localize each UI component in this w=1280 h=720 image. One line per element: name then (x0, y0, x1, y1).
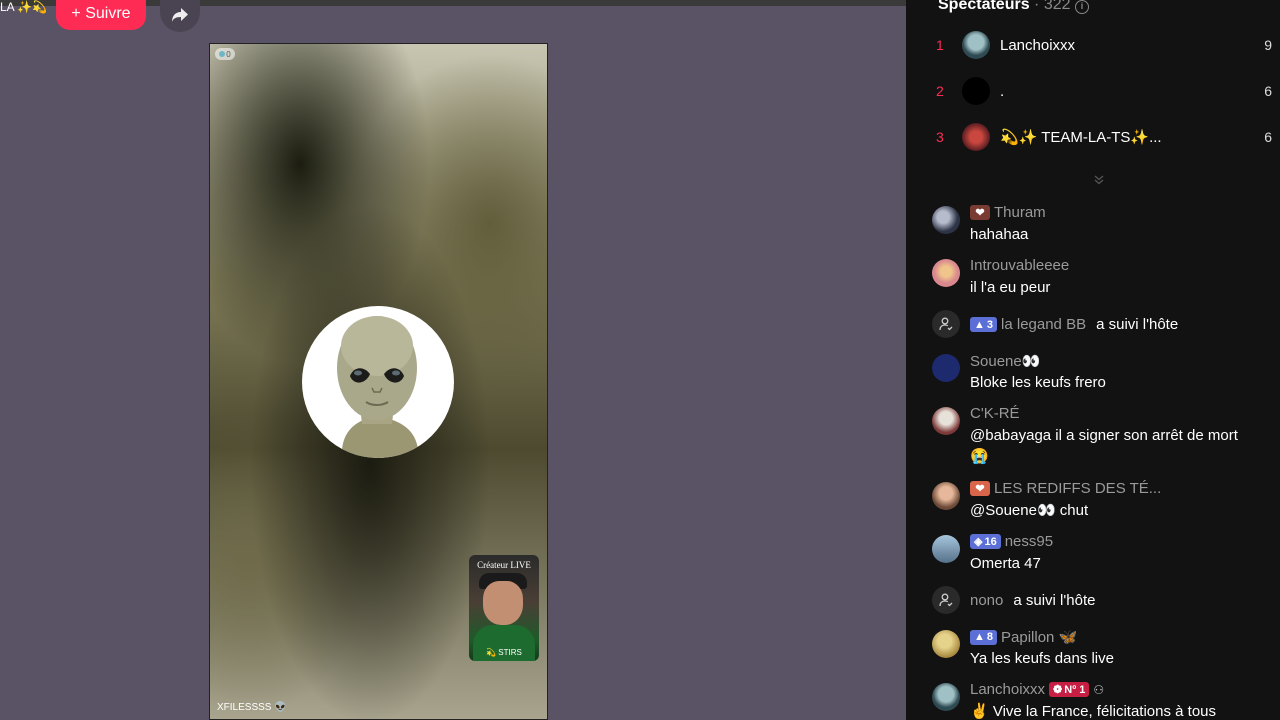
chat-username[interactable]: C'K-RÉ (970, 405, 1020, 422)
live-header: LA ✨💫 + Suivre (0, 0, 200, 34)
viewers-title: Spectateurs (938, 0, 1030, 13)
creator-shirt-text: 💫 STIRS (486, 648, 522, 657)
level-number: 3 (986, 318, 994, 331)
host-name-fragment: LA ✨💫 (0, 0, 48, 14)
chat-username[interactable]: Papillon 🦋 (1001, 628, 1077, 646)
follow-action-text: a suivi l'hôte (1096, 316, 1179, 333)
share-button[interactable] (160, 0, 200, 32)
follow-button[interactable]: + Suivre (56, 0, 146, 30)
chat-user: ◈ 16 ness95 (970, 533, 1053, 550)
level-badge: ▲ 8 (970, 629, 998, 645)
level-number: 8 (986, 631, 994, 643)
level-badge: ▲ 3 (970, 317, 998, 332)
follow-action-text: a suivi l'hôte (1013, 592, 1096, 609)
level-badge: ◈ 16 (970, 534, 1001, 549)
side-panel: Spectateurs · 322 i 1 Lanchoixxx 9 2 . 6… (906, 0, 1280, 720)
chat-username[interactable]: Souene👀 (970, 352, 1040, 370)
avatar (932, 206, 960, 234)
rank-username: 💫✨ TEAM-LA-TS✨... (1000, 129, 1162, 146)
chat-user: Introuvableeee (970, 257, 1069, 274)
alien-avatar-icon (337, 316, 419, 458)
chat-text: @babayaga il a signer son arrêt de mort … (970, 427, 1238, 465)
top-rank-badge: ❁ Nº 1 (1049, 682, 1090, 697)
viewers-header: Spectateurs · 322 i (938, 0, 1089, 14)
creator-face (483, 581, 523, 625)
follow-user-icon (932, 586, 960, 614)
rank-username: . (1000, 82, 1005, 100)
rank-number: 2 (936, 83, 944, 99)
eye-icon (219, 51, 226, 57)
follow-user-icon (932, 310, 960, 338)
gifter-icon: ⚇ (1093, 682, 1105, 697)
top-rank-badge-text: Nº 1 (1064, 683, 1086, 696)
top-viewer-row[interactable]: 2 . 6 (932, 75, 1272, 107)
avatar (932, 354, 960, 382)
chat-text: @Souene👀 chut (970, 502, 1089, 519)
avatar (932, 482, 960, 510)
chat-text: hahahaa (970, 226, 1029, 243)
rank-score: 6 (1264, 83, 1272, 99)
chat-username[interactable]: Introuvableeee (970, 257, 1069, 274)
host-username: XFILESSSS 👽 (217, 702, 287, 713)
creator-live-card[interactable]: 💫 STIRS Créateur LIVE (469, 555, 539, 661)
avatar (962, 123, 990, 151)
creator-live-label: Créateur LIVE (477, 560, 531, 570)
avatar (962, 77, 990, 105)
chat-user: nono a suivi l'hôte (970, 592, 1095, 609)
host-avatar (302, 306, 454, 458)
chat-username[interactable]: Thuram (994, 204, 1046, 221)
share-arrow-icon (172, 8, 188, 22)
chat-username[interactable]: ness95 (1005, 533, 1053, 550)
chat-user: ❤ LES REDIFFS DES TÉ... (970, 480, 1161, 497)
avatar (962, 31, 990, 59)
viewer-badge: 0 (215, 48, 235, 60)
avatar (932, 407, 960, 435)
rank-number: 3 (936, 129, 944, 145)
level-number: 16 (984, 535, 997, 548)
chat-user: Lanchoixxx ❁ Nº 1 ⚇ (970, 681, 1104, 698)
avatar (932, 630, 960, 658)
chevron-down-icon[interactable] (1094, 174, 1104, 188)
top-viewer-row[interactable]: 3 💫✨ TEAM-LA-TS✨... 6 (932, 121, 1272, 153)
chat-username[interactable]: Lanchoixxx (970, 681, 1045, 698)
rank-username: Lanchoixxx (1000, 36, 1076, 54)
chat-text: Bloke les keufs frero (970, 374, 1106, 391)
chat-user: C'K-RÉ (970, 405, 1020, 422)
rank-number: 1 (936, 37, 944, 53)
creator-shirt: 💫 STIRS (473, 625, 535, 661)
live-video[interactable]: 0 💫 STIRS Créateur LIVE XFILESSSS 👽 (209, 43, 548, 720)
top-viewer-row[interactable]: 1 Lanchoixxx 9 (932, 29, 1272, 61)
chat-user: ▲ 8 Papillon 🦋 (970, 628, 1077, 646)
viewer-badge-count: 0 (226, 49, 231, 59)
chat-text: il l'a eu peur (970, 279, 1051, 296)
avatar (932, 683, 960, 711)
chat-username[interactable]: la legand BB (1001, 316, 1086, 333)
heart-badge-icon: ❤ (970, 205, 990, 220)
avatar (932, 535, 960, 563)
info-icon[interactable]: i (1074, 0, 1089, 14)
chat-user: ❤ Thuram (970, 204, 1046, 221)
heart-badge-icon: ❤ (970, 481, 990, 496)
chat-text: Ya les keufs dans live (970, 650, 1114, 667)
rank-score: 6 (1264, 129, 1272, 145)
avatar (932, 259, 960, 287)
chat-text: Omerta 47 (970, 555, 1041, 572)
chat-user: Souene👀 (970, 352, 1040, 370)
chat-username[interactable]: LES REDIFFS DES TÉ... (994, 480, 1161, 497)
chat-text: ✌️ Vive la France, félicitations à tous (970, 703, 1217, 720)
rank-score: 9 (1264, 37, 1272, 53)
chat-user: ▲ 3 la legand BB a suivi l'hôte (970, 316, 1178, 333)
viewers-count: · 322 (1034, 0, 1071, 13)
chat-username[interactable]: nono (970, 592, 1003, 609)
